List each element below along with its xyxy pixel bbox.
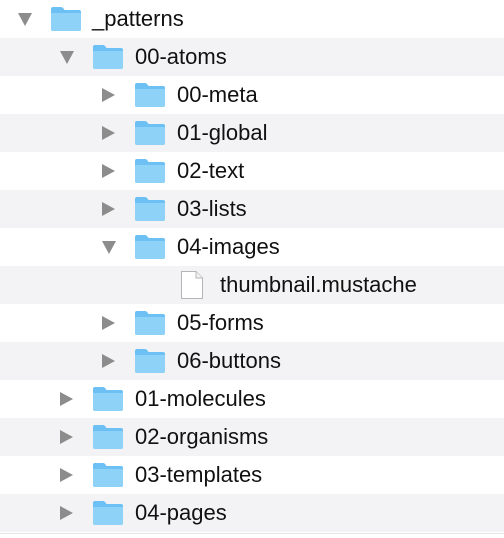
folder-name: 00-meta — [177, 82, 258, 107]
folder-name: 04-images — [177, 234, 280, 259]
folder-name: 05-forms — [177, 310, 264, 335]
disclosure-triangle-collapsed-icon[interactable] — [60, 430, 73, 444]
folder-row[interactable]: 00-atoms — [0, 38, 504, 76]
file-row[interactable]: thumbnail.mustache — [0, 266, 504, 304]
folder-icon — [134, 234, 166, 260]
disclosure-triangle-expanded-icon[interactable] — [102, 241, 116, 254]
folder-row[interactable]: 04-images — [0, 228, 504, 266]
disclosure-triangle-collapsed-icon[interactable] — [102, 164, 115, 178]
folder-row[interactable]: _patterns — [0, 0, 504, 38]
folder-row[interactable]: 04-pages — [0, 494, 504, 532]
folder-icon — [50, 6, 82, 32]
file-tree: _patterns 00-atoms 00-meta 01-global 02-text… — [0, 0, 504, 538]
disclosure-triangle-collapsed-icon[interactable] — [102, 126, 115, 140]
folder-row[interactable]: 02-organisms — [0, 418, 504, 456]
folder-icon — [134, 120, 166, 146]
folder-name: 04-pages — [135, 500, 227, 525]
folder-name: 00-atoms — [135, 44, 227, 69]
folder-icon — [92, 424, 124, 450]
disclosure-triangle-collapsed-icon[interactable] — [102, 354, 115, 368]
folder-icon — [92, 386, 124, 412]
folder-icon — [92, 462, 124, 488]
folder-row[interactable]: 05-forms — [0, 304, 504, 342]
folder-icon — [134, 82, 166, 108]
folder-name: 03-lists — [177, 196, 247, 221]
folder-name: 03-templates — [135, 462, 263, 487]
disclosure-triangle-collapsed-icon[interactable] — [102, 202, 115, 216]
disclosure-triangle-collapsed-icon[interactable] — [60, 468, 73, 482]
folder-name: 06-buttons — [177, 348, 281, 373]
file-name: thumbnail.mustache — [220, 272, 417, 297]
folder-icon — [134, 348, 166, 374]
folder-row[interactable]: 03-lists — [0, 190, 504, 228]
disclosure-triangle-collapsed-icon[interactable] — [102, 88, 115, 102]
folder-row[interactable]: 00-meta — [0, 76, 504, 114]
document-icon — [180, 270, 204, 300]
folder-row[interactable]: 02-text — [0, 152, 504, 190]
folder-row[interactable]: 01-molecules — [0, 380, 504, 418]
disclosure-triangle-collapsed-icon[interactable] — [102, 316, 115, 330]
divider — [0, 533, 504, 534]
folder-icon — [134, 196, 166, 222]
folder-name: 01-molecules — [135, 386, 266, 411]
folder-icon — [92, 44, 124, 70]
disclosure-triangle-expanded-icon[interactable] — [60, 51, 74, 64]
disclosure-triangle-expanded-icon[interactable] — [18, 13, 32, 26]
disclosure-triangle-collapsed-icon[interactable] — [60, 392, 73, 406]
disclosure-triangle-collapsed-icon[interactable] — [60, 506, 73, 520]
folder-icon — [134, 310, 166, 336]
folder-icon — [134, 158, 166, 184]
folder-name: _patterns — [92, 6, 184, 31]
folder-row[interactable]: 01-global — [0, 114, 504, 152]
folder-icon — [92, 500, 124, 526]
folder-row[interactable]: 06-buttons — [0, 342, 504, 380]
folder-name: 02-organisms — [135, 424, 269, 449]
folder-row[interactable]: 03-templates — [0, 456, 504, 494]
folder-name: 01-global — [177, 120, 268, 145]
folder-name: 02-text — [177, 158, 245, 183]
